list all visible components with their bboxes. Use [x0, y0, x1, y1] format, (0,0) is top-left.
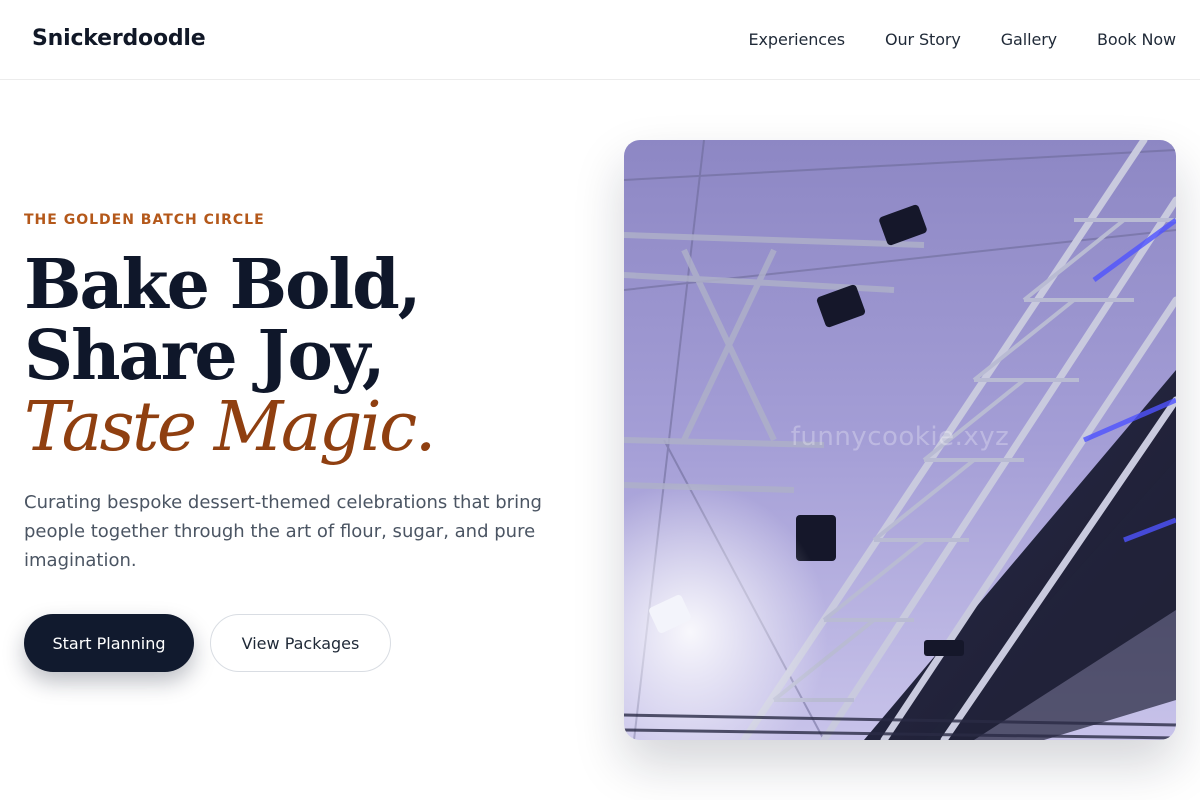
headline-line-3-accent: Taste Magic. — [24, 388, 436, 467]
nav-link-experiences[interactable]: Experiences — [749, 30, 846, 49]
headline-line-2: Share Joy, — [24, 316, 386, 396]
headline-line-1: Bake Bold, — [24, 245, 421, 325]
brand-logo[interactable]: Snickerdoodle — [32, 26, 206, 51]
hero-eyebrow: THE GOLDEN BATCH CIRCLE — [24, 212, 265, 228]
image-watermark-text: funnycookie.xyz — [790, 422, 1010, 452]
main-nav: Experiences Our Story Gallery Book Now — [749, 30, 1177, 49]
top-navigation-bar: Snickerdoodle Experiences Our Story Gall… — [0, 0, 1200, 80]
start-planning-button[interactable]: Start Planning — [24, 614, 194, 672]
view-packages-button[interactable]: View Packages — [210, 614, 391, 672]
hero-description: Curating bespoke dessert-themed celebrat… — [24, 492, 542, 571]
hero-image-stage-truss: funnycookie.xyz — [624, 140, 1176, 740]
hero-headline: Bake Bold, Share Joy, Taste Magic. — [24, 245, 584, 467]
nav-link-our-story[interactable]: Our Story — [885, 30, 961, 49]
nav-link-book-now[interactable]: Book Now — [1097, 30, 1176, 49]
nav-link-gallery[interactable]: Gallery — [1001, 30, 1057, 49]
